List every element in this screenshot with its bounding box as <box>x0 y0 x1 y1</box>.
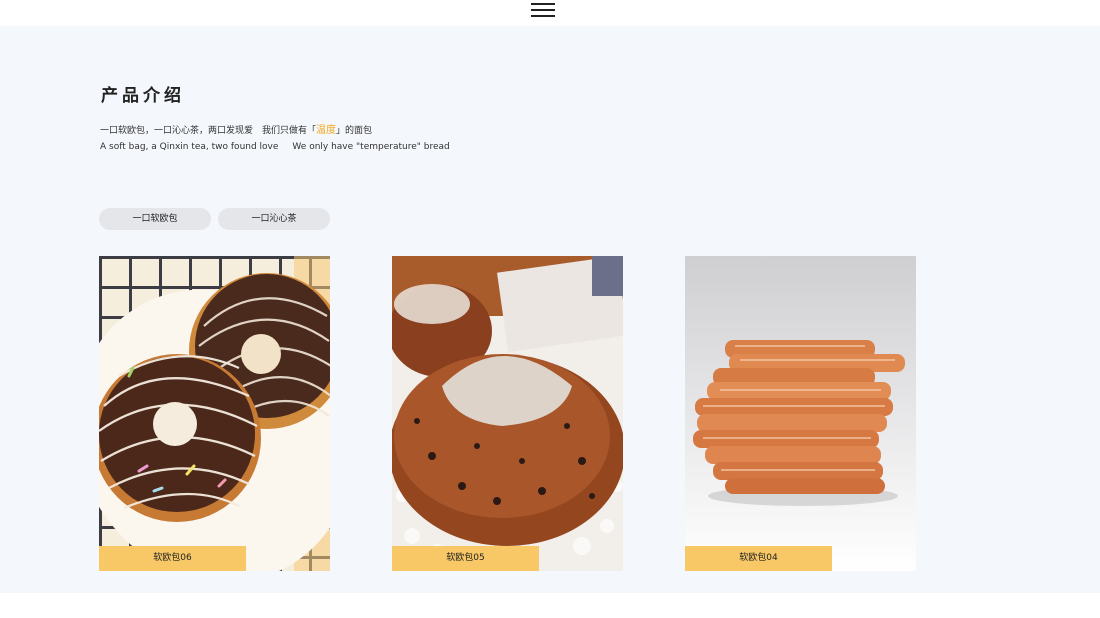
intro-cn-suffix: 」的面包 <box>336 126 373 136</box>
chocolate-donuts-photo <box>99 256 330 571</box>
intro-en-part1: A soft bag, a Qinxin tea, two found love <box>100 142 279 152</box>
top-navbar <box>0 0 1100 26</box>
product-caption: 软欧包05 <box>392 546 539 571</box>
intro-english-text: A soft bag, a Qinxin tea, two found love… <box>100 140 450 154</box>
raisin-bread-photo <box>392 256 623 571</box>
page-footer <box>0 593 1100 618</box>
stacked-toast-slices-photo <box>685 256 916 571</box>
product-caption: 软欧包06 <box>99 546 246 571</box>
section-title: 产品介绍 <box>101 86 185 106</box>
product-intro-section: 产品介绍 一口软欧包，一口沁心茶，两口发现爱 我们只做有「温度」的面包 A so… <box>0 26 1100 593</box>
product-card[interactable]: 软欧包04 <box>685 256 916 571</box>
hamburger-menu-icon[interactable] <box>531 3 555 17</box>
intro-highlight-word: 温度 <box>316 125 337 136</box>
intro-en-part2: We only have "temperature" bread <box>292 142 450 152</box>
intro-cn-prefix: 一口软欧包，一口沁心茶，两口发现爱 我们只做有「 <box>100 126 317 136</box>
tab-heart-tea[interactable]: 一口沁心茶 <box>218 208 330 230</box>
tab-soft-bread[interactable]: 一口软欧包 <box>99 208 211 230</box>
product-card[interactable]: 软欧包06 <box>99 256 330 571</box>
intro-chinese-text: 一口软欧包，一口沁心茶，两口发现爱 我们只做有「温度」的面包 <box>100 124 372 138</box>
product-card[interactable]: 软欧包05 <box>392 256 623 571</box>
product-caption: 软欧包04 <box>685 546 832 571</box>
